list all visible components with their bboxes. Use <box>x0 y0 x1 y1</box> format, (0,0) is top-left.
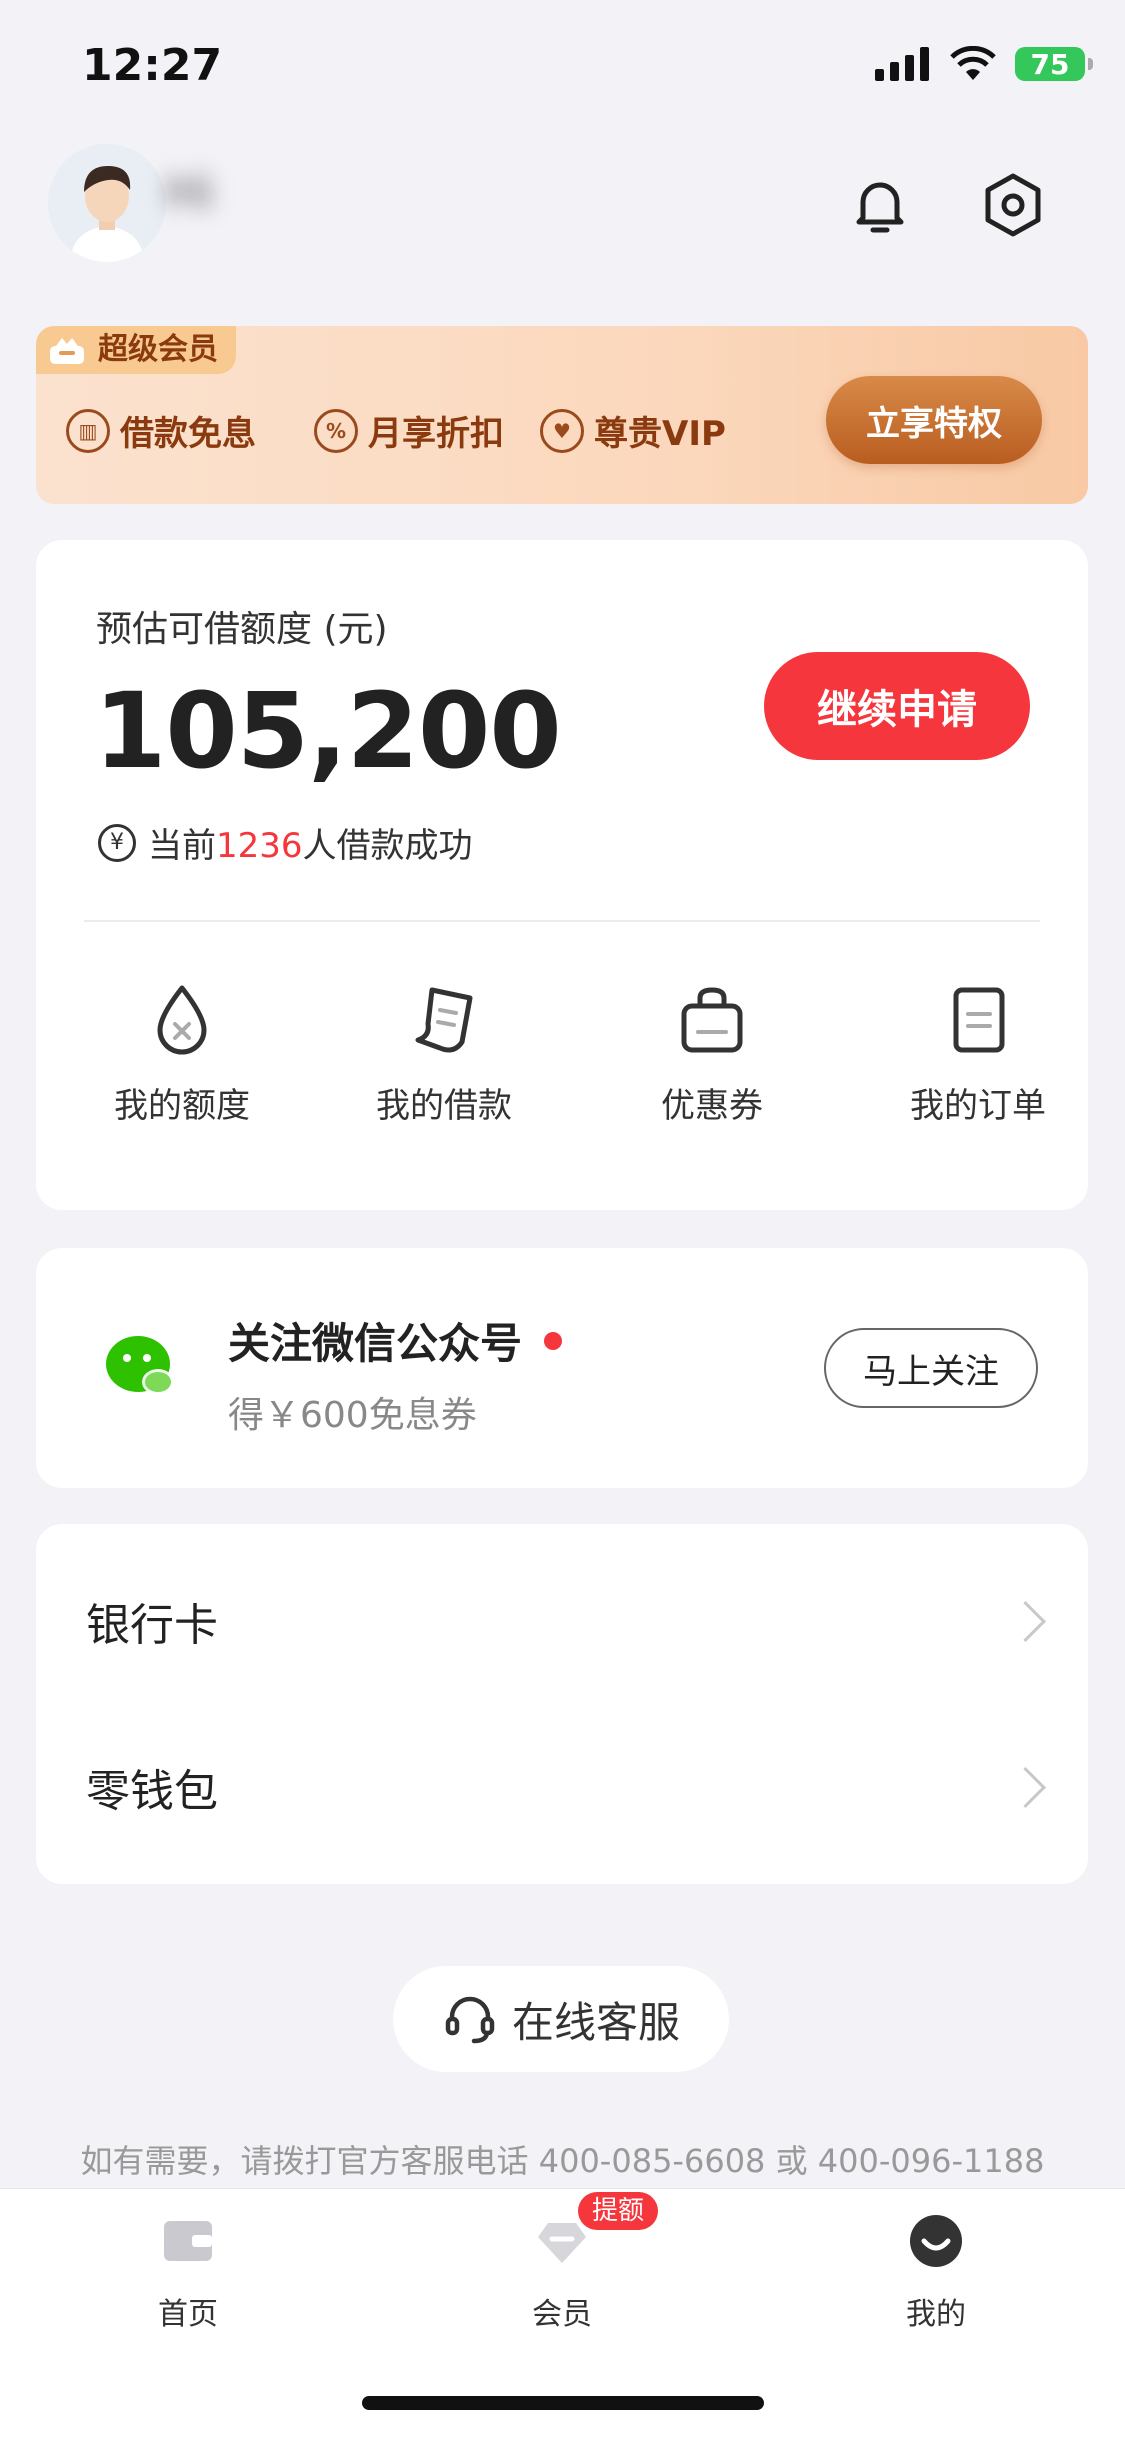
credit-amount: 105,200 <box>94 670 562 792</box>
battery-indicator: 75 <box>1015 47 1093 81</box>
perk-vip: ♥ 尊贵VIP <box>540 406 726 455</box>
loan-note-icon <box>415 987 473 1053</box>
wechat-follow-card: 关注微信公众号 得￥600免息券 马上关注 <box>36 1248 1088 1488</box>
credit-drop-icon <box>157 985 207 1055</box>
online-service-label: 在线客服 <box>511 1997 680 2047</box>
perk-monthly-discount: % 月享折扣 <box>314 406 504 455</box>
yen-icon: ¥ <box>98 823 136 862</box>
tab-profile[interactable]: 我的 <box>836 2211 1036 2333</box>
tab-home[interactable]: 首页 <box>88 2211 288 2333</box>
raise-limit-badge: 提额 <box>578 2192 659 2230</box>
credit-card: 预估可借额度 (元) 105,200 继续申请 ¥ 当前1236人借款成功 我的… <box>36 540 1088 1210</box>
vip-banner[interactable]: 超级会员 ▥ 借款免息 % 月享折扣 ♥ 尊贵VIP 立享特权 <box>36 326 1088 504</box>
wechat-title-row: 关注微信公众号 <box>228 1310 563 1371</box>
continue-apply-button[interactable]: 继续申请 <box>764 652 1030 760</box>
settings-list: 银行卡 零钱包 <box>36 1524 1088 1884</box>
chevron-right-icon <box>1004 1766 1047 1808</box>
chevron-right-icon <box>1004 1600 1047 1642</box>
quick-link-my-orders[interactable]: 我的订单 <box>868 980 1088 1127</box>
notification-dot <box>544 1331 563 1350</box>
bell-icon[interactable] <box>845 170 915 240</box>
list-item-label: 银行卡 <box>86 1600 218 1651</box>
tab-label: 会员 <box>532 2297 592 2332</box>
online-service-button[interactable]: 在线客服 <box>393 1966 729 2072</box>
vip-heart-icon: ♥ <box>540 408 584 453</box>
perk-label: 借款免息 <box>120 414 256 454</box>
perk-label: 尊贵VIP <box>594 414 726 454</box>
list-item-wallet[interactable]: 零钱包 <box>36 1704 1088 1870</box>
settings-icon[interactable] <box>978 170 1048 240</box>
hotline-text: 如有需要，请拨打官方客服电话 400-085-6608 或 400-096-11… <box>80 2142 1045 2180</box>
divider <box>84 920 1040 922</box>
perk-interest-free: ▥ 借款免息 <box>66 406 256 455</box>
list-item-bank-card[interactable]: 银行卡 <box>36 1538 1088 1704</box>
wechat-icon <box>106 1336 174 1395</box>
wechat-subtitle: 得￥600免息券 <box>228 1395 477 1436</box>
loan-icon: ▥ <box>66 408 110 453</box>
success-prefix: 当前 <box>148 826 216 866</box>
quick-link-coupons[interactable]: 优惠券 <box>602 980 822 1127</box>
avatar-illustration <box>48 144 166 262</box>
order-doc-icon <box>953 987 1005 1053</box>
battery-level: 75 <box>1030 47 1070 81</box>
quick-link-my-loans[interactable]: 我的借款 <box>334 980 554 1127</box>
vip-privilege-button[interactable]: 立享特权 <box>826 376 1042 464</box>
status-time: 12:27 <box>82 40 223 91</box>
avatar[interactable] <box>48 144 166 262</box>
tab-label: 首页 <box>158 2297 218 2332</box>
quick-link-label: 优惠券 <box>661 1086 763 1126</box>
discount-icon: % <box>314 408 358 453</box>
credit-label: 预估可借额度 (元) <box>96 609 388 650</box>
quick-link-label: 我的额度 <box>114 1086 250 1126</box>
coupon-bag-icon <box>681 987 743 1053</box>
success-suffix: 人借款成功 <box>302 826 473 866</box>
quick-link-label: 我的借款 <box>376 1086 512 1126</box>
status-icons: 75 <box>875 46 1093 82</box>
success-count-row: ¥ 当前1236人借款成功 <box>98 818 473 867</box>
success-count: 1236 <box>216 826 303 866</box>
tab-label: 我的 <box>906 2297 966 2332</box>
wifi-icon <box>950 46 996 80</box>
signal-icon <box>875 47 929 81</box>
perk-label: 月享折扣 <box>368 414 504 454</box>
headset-icon <box>445 1996 495 2044</box>
profile-face-icon <box>910 2215 962 2267</box>
home-indicator[interactable] <box>362 2396 764 2410</box>
quick-link-label: 我的订单 <box>910 1086 1046 1126</box>
greeting-blurred: Hi <box>165 165 215 221</box>
list-item-label: 零钱包 <box>86 1766 218 1817</box>
crown-icon <box>50 338 84 364</box>
wechat-title: 关注微信公众号 <box>228 1319 523 1368</box>
home-wallet-icon <box>164 2221 212 2261</box>
follow-now-button[interactable]: 马上关注 <box>824 1328 1038 1408</box>
quick-link-my-credit[interactable]: 我的额度 <box>72 980 292 1127</box>
